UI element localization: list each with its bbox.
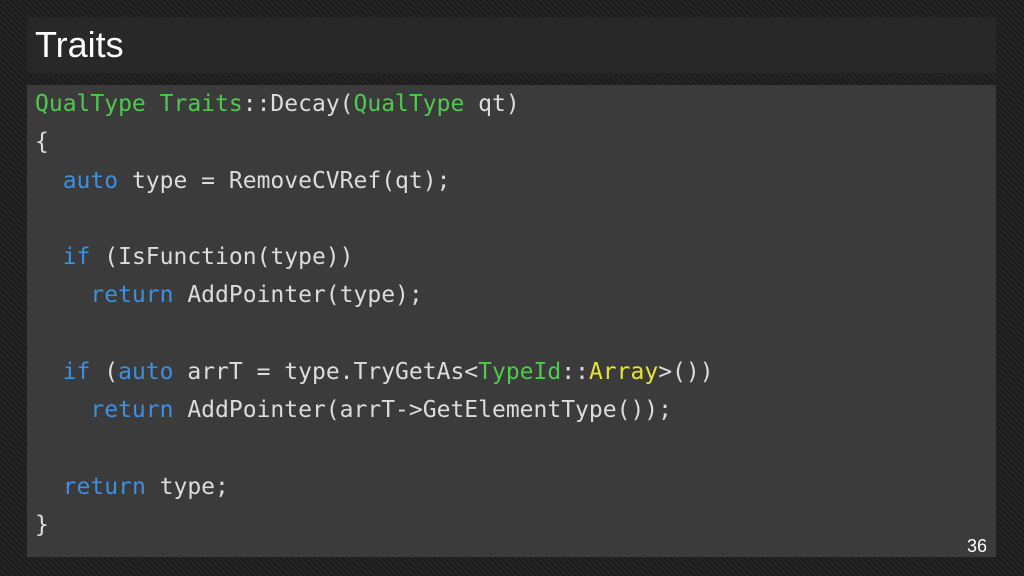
code-token: return: [62, 473, 146, 500]
code-line: auto type = RemoveCVRef(qt);: [35, 162, 714, 200]
code-token: return: [90, 397, 174, 424]
code-line: if (IsFunction(type)): [35, 238, 714, 276]
code-token: qt): [464, 91, 520, 117]
code-token: Array: [588, 359, 659, 386]
code-line: ​: [35, 315, 714, 353]
code-token: TypeId: [478, 359, 562, 386]
code-block: QualType Traits::Decay(QualType qt){ aut…: [35, 85, 714, 545]
code-token: type = RemoveCVRef(qt);: [118, 167, 451, 194]
slide-title-bar: Traits: [27, 17, 996, 73]
code-line: ​: [35, 200, 714, 238]
code-line: return AddPointer(type);: [35, 276, 714, 314]
code-token: (IsFunction(type)): [90, 244, 354, 271]
code-line: }: [35, 506, 714, 544]
code-token: >()): [658, 359, 714, 386]
code-token: arrT = type.TryGetAs<: [173, 359, 479, 386]
code-token: ::: [561, 359, 589, 386]
code-token: }: [35, 512, 49, 539]
code-token: AddPointer(type);: [173, 282, 423, 309]
code-token: auto: [118, 359, 174, 386]
code-line: return type;: [35, 468, 714, 506]
code-token: ::Decay(: [242, 91, 354, 117]
code-line: ​: [35, 430, 714, 468]
code-line: if (auto arrT = type.TryGetAs<TypeId::Ar…: [35, 353, 714, 391]
code-panel: QualType Traits::Decay(QualType qt){ aut…: [27, 85, 996, 557]
code-token: type;: [145, 473, 229, 500]
code-token: QualType: [353, 91, 465, 117]
code-token: AddPointer(arrT->GetElementType());: [173, 397, 672, 424]
code-line: return AddPointer(arrT->GetElementType()…: [35, 391, 714, 429]
code-line: QualType Traits::Decay(QualType qt): [35, 85, 714, 123]
code-token: (: [90, 359, 119, 386]
code-token: QualType: [35, 91, 146, 117]
code-token: auto: [62, 167, 119, 194]
code-line: {: [35, 123, 714, 161]
code-token: {: [35, 129, 49, 156]
code-token: Traits: [159, 91, 243, 117]
code-token: return: [90, 282, 174, 309]
page-number: 36: [966, 536, 987, 556]
slide-title: Traits: [35, 24, 124, 65]
code-token: if: [62, 359, 91, 386]
code-token: if: [62, 244, 91, 271]
